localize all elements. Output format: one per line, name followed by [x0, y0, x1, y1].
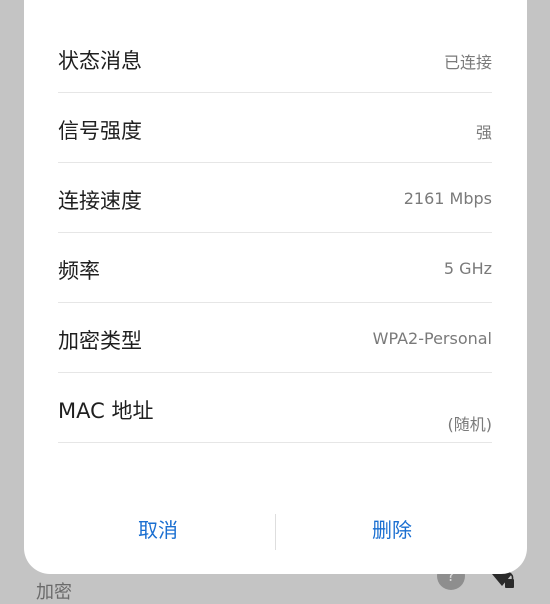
- cancel-button[interactable]: 取消: [88, 508, 228, 552]
- status-row: 状态消息 已连接: [58, 22, 492, 93]
- background-encryption-label: 加密: [36, 582, 72, 603]
- status-label: 状态消息: [58, 49, 142, 73]
- delete-button[interactable]: 删除: [322, 508, 462, 552]
- mac-address-row: MAC 地址 (随机): [58, 373, 492, 443]
- signal-strength-label: 信号强度: [58, 119, 142, 143]
- encryption-type-label: 加密类型: [58, 329, 142, 353]
- mac-address-value: (随机): [447, 415, 493, 434]
- signal-strength-row: 信号强度 强: [58, 93, 492, 163]
- encryption-type-row: 加密类型 WPA2-Personal: [58, 303, 492, 373]
- footer-divider: [275, 514, 276, 550]
- link-speed-row: 连接速度 2161 Mbps: [58, 163, 492, 233]
- link-speed-value: 2161 Mbps: [403, 189, 492, 208]
- dialog-footer: 取消 删除: [24, 508, 527, 552]
- status-value: 已连接: [443, 53, 492, 72]
- link-speed-label: 连接速度: [58, 189, 142, 213]
- mac-address-label: MAC 地址: [58, 399, 154, 423]
- frequency-label: 频率: [58, 259, 100, 283]
- frequency-row: 频率 5 GHz: [58, 233, 492, 303]
- network-details-dialog: 状态消息 已连接 信号强度 强 连接速度 2161 Mbps 频率 5 GHz …: [24, 0, 527, 574]
- frequency-value: 5 GHz: [443, 259, 492, 278]
- signal-strength-value: 强: [475, 123, 492, 142]
- encryption-type-value: WPA2-Personal: [372, 329, 492, 348]
